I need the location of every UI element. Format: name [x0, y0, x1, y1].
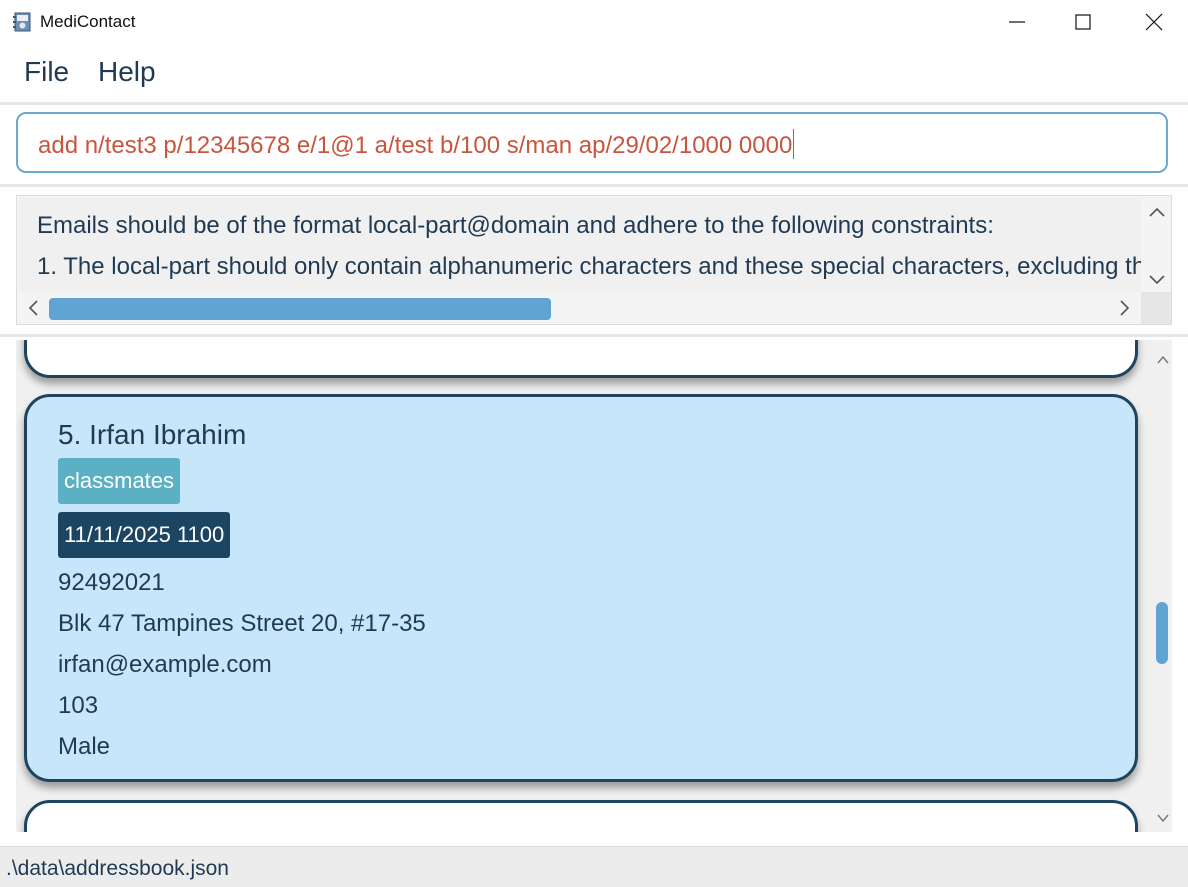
text-caret: [793, 129, 795, 159]
scroll-up-icon[interactable]: [1147, 204, 1167, 220]
title-bar: MediContact: [0, 0, 1188, 44]
person-email: irfan@example.com: [58, 651, 272, 678]
menu-help[interactable]: Help: [98, 56, 156, 88]
maximize-icon: [1075, 14, 1091, 30]
close-button[interactable]: [1121, 0, 1187, 44]
person-card-selected[interactable]: 5. Irfan Ibrahim classmates 11/11/2025 1…: [24, 394, 1138, 782]
command-text: add n/test3 p/12345678 e/1@1 a/test b/10…: [38, 129, 795, 160]
menu-bar: File Help: [0, 44, 1188, 103]
contact-book-icon: [13, 11, 33, 33]
scroll-left-icon[interactable]: [25, 298, 41, 318]
status-bar: .\data\addressbook.json: [0, 846, 1188, 887]
scroll-up-icon[interactable]: [1156, 354, 1170, 366]
result-line: 1. The local-part should only contain al…: [37, 253, 1141, 280]
command-input[interactable]: add n/test3 p/12345678 e/1@1 a/test b/10…: [16, 112, 1168, 173]
vertical-scroll-thumb[interactable]: [1156, 602, 1168, 664]
menu-file[interactable]: File: [24, 56, 69, 88]
person-phone: 92492021: [58, 569, 165, 596]
window-title: MediContact: [40, 12, 136, 31]
maximize-button[interactable]: [1050, 0, 1116, 44]
appointment-badge: 11/11/2025 1100: [58, 512, 231, 558]
tag-badge: classmates: [58, 458, 181, 504]
person-address: Blk 47 Tampines Street 20, #17-35: [58, 610, 426, 637]
person-card[interactable]: [24, 800, 1138, 832]
save-location-path: .\data\addressbook.json: [6, 857, 229, 880]
scroll-right-icon[interactable]: [1117, 298, 1133, 318]
person-sex: Male: [58, 733, 111, 760]
person-name: 5. Irfan Ibrahim: [58, 419, 247, 450]
result-display: Emails should be of the format local-par…: [16, 195, 1172, 325]
person-card[interactable]: [24, 340, 1138, 378]
scroll-down-icon[interactable]: [1147, 272, 1167, 288]
horizontal-scroll-thumb[interactable]: [49, 298, 551, 320]
scroll-down-icon[interactable]: [1156, 812, 1170, 824]
result-text-area[interactable]: Emails should be of the format local-par…: [19, 198, 1141, 292]
close-icon: [1145, 13, 1163, 31]
result-line: Emails should be of the format local-par…: [37, 212, 994, 239]
minimize-icon: [1009, 21, 1025, 23]
scroll-corner: [1141, 292, 1171, 324]
divider: [0, 184, 1188, 187]
minimize-button[interactable]: [984, 0, 1050, 44]
divider: [0, 102, 1188, 105]
divider: [0, 334, 1188, 337]
person-unit: 103: [58, 692, 99, 719]
person-list[interactable]: 5. Irfan Ibrahim classmates 11/11/2025 1…: [16, 340, 1172, 832]
